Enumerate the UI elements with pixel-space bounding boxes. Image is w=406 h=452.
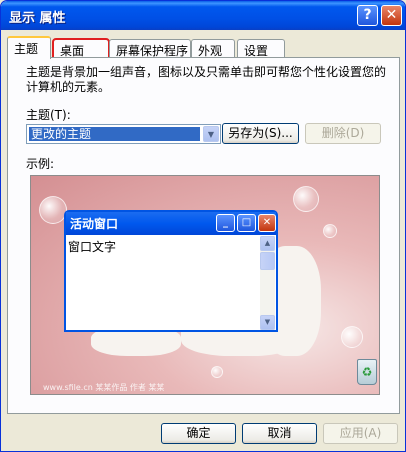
close-icon: ✕: [385, 7, 398, 23]
tab-settings[interactable]: 设置: [237, 39, 285, 58]
preview-title-bar: 活动窗口 _ □ ✕: [66, 212, 276, 235]
chevron-down-icon[interactable]: ▼: [203, 126, 219, 142]
preview-window-text: 窗口文字: [68, 240, 117, 254]
title-bar[interactable]: 显示 属性 ? ✕: [1, 1, 405, 30]
close-icon: ✕: [258, 214, 276, 232]
preview-active-window: 活动窗口 _ □ ✕ 窗口文字 ▲ ▼: [64, 210, 278, 332]
bubble-image: [211, 366, 223, 378]
save-as-button[interactable]: 另存为(S)...: [222, 123, 299, 144]
preview-scrollbar: ▲ ▼: [260, 236, 275, 330]
display-properties-dialog: 显示 属性 ? ✕ 主题 桌面 屏幕保护程序 外观 设置 主题是背景加一组声音，…: [0, 0, 406, 452]
help-button[interactable]: ?: [357, 5, 378, 26]
minimize-icon: _: [216, 214, 235, 232]
tab-appearance[interactable]: 外观: [191, 39, 235, 58]
ok-button[interactable]: 确定: [161, 423, 236, 444]
themes-panel: 主题是背景加一组声音，图标以及只需单击即可帮您个性化设置您的计算机的元素。 主题…: [7, 57, 400, 414]
theme-dropdown[interactable]: 更改的主题 ▼: [26, 124, 221, 144]
theme-label: 主题(T):: [26, 108, 71, 122]
maximize-icon: □: [237, 214, 256, 232]
tab-themes[interactable]: 主题: [7, 36, 51, 59]
theme-dropdown-value: 更改的主题: [29, 127, 200, 141]
scroll-thumb: [260, 252, 275, 270]
recycle-bin-icon: ♻: [357, 359, 377, 385]
bubble-image: [323, 224, 337, 238]
delete-button[interactable]: 删除(D): [305, 123, 381, 144]
tab-screensaver[interactable]: 屏幕保护程序: [109, 39, 191, 58]
example-label: 示例:: [26, 157, 55, 171]
chevron-up-icon: ▲: [260, 236, 275, 251]
cancel-button[interactable]: 取消: [242, 423, 317, 444]
window-title: 显示 属性: [9, 11, 66, 26]
tab-desktop[interactable]: 桌面: [52, 38, 110, 59]
theme-preview: www.sfile.cn 某某作品 作者 某某 ♻ 活动窗口 _ □ ✕ 窗口文…: [30, 175, 380, 395]
theme-description: 主题是背景加一组声音，图标以及只需单击即可帮您个性化设置您的计算机的元素。: [26, 65, 387, 94]
close-button[interactable]: ✕: [381, 5, 402, 26]
bubble-image: [293, 186, 319, 212]
bubble-image: [341, 326, 363, 348]
help-icon: ?: [363, 7, 372, 23]
preview-window-title: 活动窗口: [70, 217, 119, 231]
bubble-image: [39, 196, 67, 224]
wallpaper-watermark: www.sfile.cn 某某作品 作者 某某: [43, 383, 165, 392]
chevron-down-icon: ▼: [260, 315, 275, 330]
apply-button[interactable]: 应用(A): [323, 423, 398, 444]
